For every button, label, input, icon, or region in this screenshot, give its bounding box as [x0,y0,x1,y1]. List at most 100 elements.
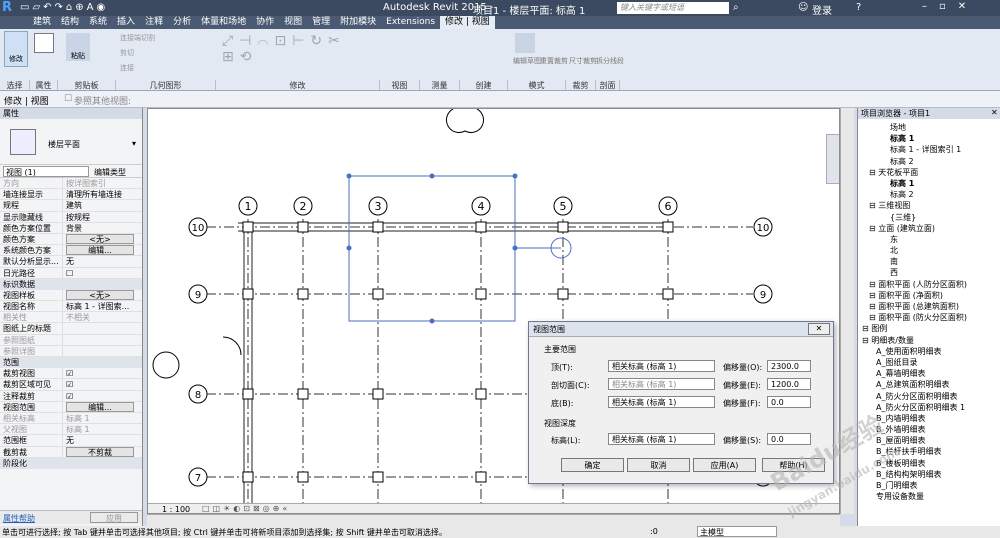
browser-item[interactable]: 南 [858,256,1000,267]
modify-tools[interactable]: ⤢⊣⌒⊡⊢↻✂⊞⟲ [222,33,372,73]
column[interactable] [242,288,254,300]
column[interactable] [475,221,487,233]
tab-0[interactable]: 建筑 [28,16,56,29]
edit-type-button[interactable]: 编辑类型 [94,167,126,178]
tab-12[interactable]: 修改 | 视图 [440,16,495,29]
tab-8[interactable]: 视图 [279,16,307,29]
tab-9[interactable]: 管理 [307,16,335,29]
view-control-icons[interactable]: □◫☀◐⊡⊠◎⊕« [202,504,290,513]
apply-dialog-button[interactable]: 应用(A) [693,458,756,472]
login-link[interactable]: 登录 [812,2,832,17]
browser-item[interactable]: A_图纸目录 [858,357,1000,368]
revit-logo-icon[interactable]: R [2,0,12,15]
column[interactable] [242,221,254,233]
checkbox[interactable]: ☑ [66,380,73,389]
column[interactable] [372,221,384,233]
size-crop-button[interactable]: 尺寸裁剪 [569,56,597,66]
column[interactable] [297,471,309,483]
browser-item[interactable]: A_防火分区面积明细表 [858,391,1000,402]
browser-item[interactable]: ⊟ 三维视图 [858,200,1000,211]
browser-item[interactable]: A_防火分区面积明细表 1 [858,402,1000,413]
quick-access-toolbar[interactable]: ▭▱↶↷⌂⊕A◉ [20,2,108,13]
browser-item[interactable]: 标高 1 - 详图索引 1 [858,144,1000,155]
property-button[interactable]: <无> [66,289,134,300]
ok-button[interactable]: 确定 [561,458,624,472]
type-selector[interactable]: 楼层平面 ▾ [0,119,142,165]
tab-3[interactable]: 插入 [112,16,140,29]
column[interactable] [662,221,674,233]
browser-item[interactable]: {三维} [858,212,1000,223]
property-button[interactable]: 编辑... [66,245,134,256]
property-button[interactable]: 不剪裁 [66,446,134,457]
window-controls[interactable]: –▫✕ [922,1,978,12]
close-browser-icon[interactable]: ✕ [991,108,998,117]
column[interactable] [372,288,384,300]
tab-10[interactable]: 附加模块 [335,16,381,29]
tab-6[interactable]: 体量和场地 [196,16,251,29]
section-header[interactable]: 阶段化 [0,457,142,469]
checkbox[interactable]: ☐ [66,269,73,278]
tab-11[interactable]: Extensions [381,16,440,29]
browser-item[interactable]: ⊟ 面积平面 (总建筑面积) [858,301,1000,312]
search-input[interactable]: 键入关键字或短语 [617,2,729,14]
cancel-button[interactable]: 取消 [627,458,690,472]
crop-handle[interactable] [346,173,352,179]
column[interactable] [372,388,384,400]
section-header[interactable]: 标识数据 [0,278,142,290]
split-segment-button[interactable]: 拆分线段 [596,56,624,66]
apply-button[interactable]: 应用 [90,512,138,523]
tab-2[interactable]: 系统 [84,16,112,29]
browser-item[interactable]: 标高 2 [858,189,1000,200]
navigation-bar[interactable] [826,134,839,184]
column[interactable] [242,471,254,483]
edit-sketch-button[interactable] [515,33,535,53]
crop-handle[interactable] [346,245,352,251]
cut-level-select[interactable]: 相关标高 (标高 1) [608,378,715,390]
scale-label[interactable]: 1 : 100 [162,505,190,513]
bottom-level-select[interactable]: 相关标高 (标高 1) [608,396,715,408]
column[interactable] [475,388,487,400]
depth-level-select[interactable]: 相关标高 (标高 1) [608,433,715,445]
browser-item[interactable]: 场地 [858,122,1000,133]
properties-button[interactable] [34,33,54,53]
tab-1[interactable]: 结构 [56,16,84,29]
elevation-marker[interactable] [152,351,180,379]
bottom-offset-input[interactable]: 0.0 [767,396,811,408]
reference-other-view-checkbox[interactable]: ☐ [64,94,72,104]
horizontal-scrollbar[interactable] [147,514,840,526]
checkbox[interactable]: ☑ [66,369,73,378]
cut-offset-input[interactable]: 1200.0 [767,378,811,390]
crop-handle[interactable] [429,318,435,324]
column[interactable] [557,221,569,233]
top-offset-input[interactable]: 2300.0 [767,360,811,372]
close-icon[interactable]: ✕ [808,323,830,335]
tab-4[interactable]: 注释 [140,16,168,29]
column[interactable] [372,471,384,483]
browser-item[interactable]: 西 [858,267,1000,278]
section-header[interactable]: 范围 [0,357,142,369]
browser-item[interactable]: ⊟ 天花板平面 [858,167,1000,178]
instance-selector[interactable]: 视图 (1) [3,166,89,177]
browser-item[interactable]: ⊟ 面积平面 (防火分区面积) [858,312,1000,323]
join-button[interactable]: 连接 [120,63,134,73]
cut-join-button[interactable]: 连接端切割 [120,33,155,43]
column[interactable] [297,288,309,300]
column[interactable] [297,388,309,400]
browser-item[interactable]: 专用设备数量 [858,491,1000,502]
browser-item[interactable]: 北 [858,245,1000,256]
search-icon[interactable]: ⌕ [733,2,739,13]
column[interactable] [662,288,674,300]
paste-button[interactable]: 粘贴 [66,33,90,61]
browser-item[interactable]: 标高 1 [858,178,1000,189]
crop-handle[interactable] [512,173,518,179]
browser-item[interactable]: A_使用面积明细表 [858,346,1000,357]
browser-item[interactable]: ⊟ 明细表/数量 [858,335,1000,346]
browser-item[interactable]: A_幕墙明细表 [858,368,1000,379]
browser-item[interactable]: 标高 2 [858,156,1000,167]
properties-help-link[interactable]: 属性帮助 [3,513,35,524]
property-button[interactable]: 编辑... [66,401,134,412]
modify-select-button[interactable]: 修改 [4,31,28,67]
column[interactable] [475,288,487,300]
cut-button[interactable]: 剪切 [120,48,134,58]
browser-item[interactable]: A_总建筑面积明细表 [858,379,1000,390]
